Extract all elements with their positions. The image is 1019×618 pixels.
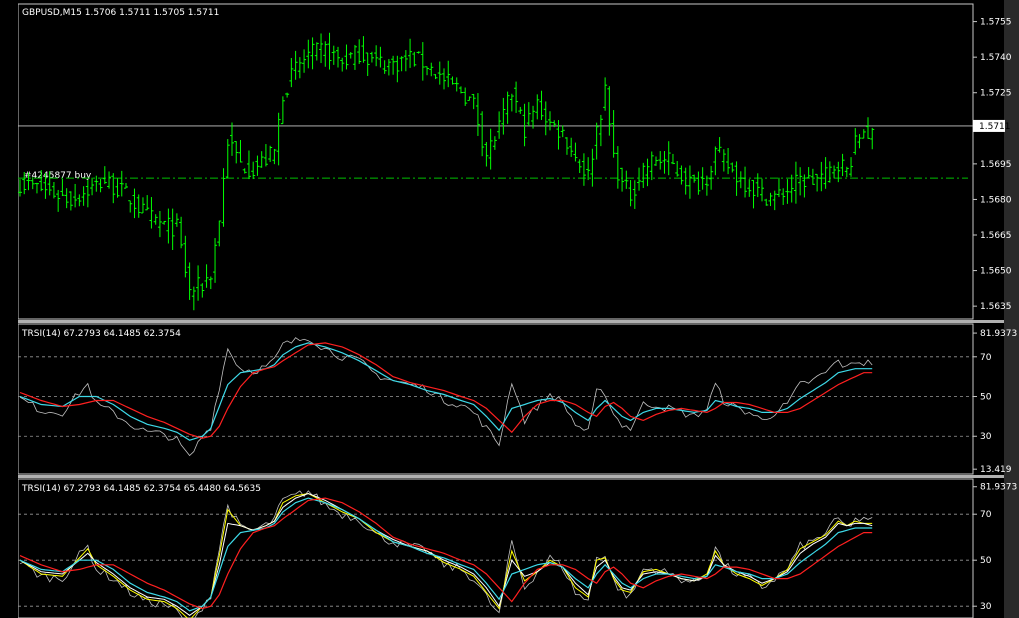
order-line-label: #4245877 buy (24, 171, 92, 181)
trsi1-tick-label: 70 (980, 353, 992, 363)
price-tick-label: 1.5755 (980, 18, 1012, 28)
left-margin (0, 0, 18, 618)
trsi2-tick-label: 81.9373 (980, 483, 1017, 493)
trsi1-tick-label: 13.419 (980, 465, 1012, 475)
trsi2-tick-label: 50 (980, 556, 992, 566)
chart-svg[interactable]: GBPUSD,M15 1.5706 1.5711 1.5705 1.5711 T… (0, 0, 1019, 618)
price-tick-label: 1.5725 (980, 89, 1012, 99)
price-tick-label: 1.5650 (980, 267, 1012, 277)
chart-background (0, 0, 1019, 618)
trsi2-title: TRSI(14) 67.2793 64.1485 62.3754 65.4480… (21, 484, 261, 494)
trsi2-tick-label: 70 (980, 510, 992, 520)
trsi1-tick-label: 30 (980, 432, 992, 442)
price-tick-label: 1.5665 (980, 231, 1012, 241)
current-price-label: 1.5711 (979, 122, 1011, 132)
price-tick-label: 1.5740 (980, 53, 1012, 63)
price-chart-title: GBPUSD,M15 1.5706 1.5711 1.5705 1.5711 (22, 8, 219, 18)
trsi1-tick-label: 81.9373 (980, 329, 1017, 339)
mt4-chart-window[interactable]: GBPUSD,M15 1.5706 1.5711 1.5705 1.5711 T… (0, 0, 1019, 618)
trsi2-tick-label: 30 (980, 602, 992, 612)
trsi1-tick-label: 50 (980, 393, 992, 403)
panel-separator-2[interactable] (0, 475, 1019, 478)
price-tick-label: 1.5695 (980, 160, 1012, 170)
price-tick-label: 1.5635 (980, 302, 1012, 312)
panel-separator-1[interactable] (0, 320, 1019, 323)
price-tick-label: 1.5680 (980, 195, 1012, 205)
trsi1-title: TRSI(14) 67.2793 64.1485 62.3754 (21, 329, 181, 339)
